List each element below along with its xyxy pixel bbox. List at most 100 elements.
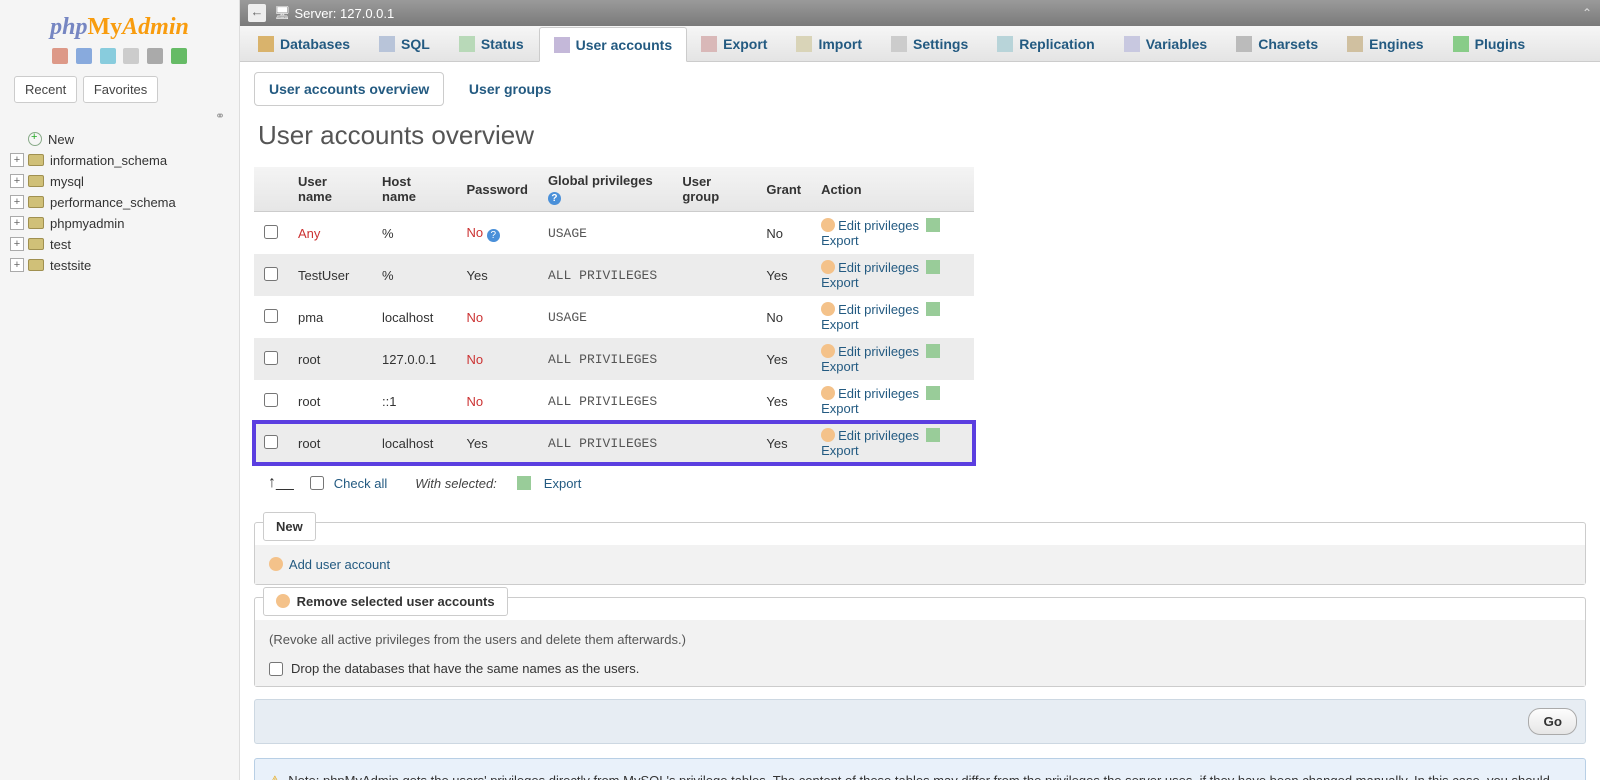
cell-action: Edit privileges Export [811,296,974,338]
cell-privileges: USAGE [538,296,672,338]
row-checkbox[interactable] [264,225,278,239]
th-user[interactable]: User name [288,167,372,212]
tab-plugins[interactable]: Plugins [1439,26,1541,61]
go-button[interactable]: Go [1528,708,1577,735]
cell-user: root [288,338,372,380]
export-link[interactable]: Export [821,317,859,332]
tab-databases[interactable]: Databases [244,26,365,61]
tree-db-performance_schema[interactable]: + performance_schema [10,192,231,213]
help-icon[interactable] [100,48,116,64]
cell-user: Any [288,212,372,255]
expand-icon[interactable]: + [10,174,24,188]
expand-icon[interactable]: + [10,216,24,230]
link-icon[interactable]: ⚭ [4,109,235,123]
tab-export[interactable]: Export [687,26,782,61]
edit-privileges-link[interactable]: Edit privileges [838,344,919,359]
server-label[interactable]: Server: 127.0.0.1 [295,6,395,21]
tab-status[interactable]: Status [445,26,539,61]
cell-privileges: ALL PRIVILEGES [538,254,672,296]
edit-privileges-link[interactable]: Edit privileges [838,218,919,233]
export-link[interactable]: Export [821,233,859,248]
row-checkbox[interactable] [264,267,278,281]
expand-icon[interactable]: + [10,258,24,272]
user-accounts-icon [554,37,570,53]
th-global[interactable]: Global privileges ? [538,167,672,212]
tree-db-test[interactable]: +test [10,234,231,255]
tree-db-mysql[interactable]: +mysql [10,171,231,192]
tree-db-testsite[interactable]: +testsite [10,255,231,276]
th-password[interactable]: Password [457,167,538,212]
databases-icon [258,36,274,52]
tab-variables[interactable]: Variables [1110,26,1223,61]
drop-db-checkbox[interactable] [269,662,283,676]
export-link[interactable]: Export [821,359,859,374]
reload-icon[interactable] [171,48,187,64]
tree-db-phpmyadmin[interactable]: +phpmyadmin [10,213,231,234]
edit-privileges-link[interactable]: Edit privileges [838,302,919,317]
help-icon[interactable]: ? [487,229,500,242]
cell-action: Edit privileges Export [811,422,974,464]
expand-icon[interactable]: + [10,237,24,251]
cell-action: Edit privileges Export [811,338,974,380]
tab-settings[interactable]: Settings [877,26,983,61]
edit-privileges-link[interactable]: Edit privileges [838,260,919,275]
row-checkbox[interactable] [264,309,278,323]
user-row: Any%No ?USAGENoEdit privileges Export [254,212,974,255]
th-grant[interactable]: Grant [756,167,811,212]
user-row: root127.0.0.1NoALL PRIVILEGESYesEdit pri… [254,338,974,380]
check-all-link[interactable]: Check all [334,476,387,491]
back-button[interactable]: ← [248,4,266,22]
tab-label: Import [818,36,862,52]
subtab-overview[interactable]: User accounts overview [254,72,444,106]
cell-host: % [372,212,456,255]
tab-sql[interactable]: SQL [365,26,445,61]
drop-db-label: Drop the databases that have the same na… [291,661,639,676]
tab-replication[interactable]: Replication [983,26,1109,61]
logout-icon[interactable] [76,48,92,64]
cell-grant: Yes [756,422,811,464]
edit-privileges-link[interactable]: Edit privileges [838,386,919,401]
tab-import[interactable]: Import [782,26,877,61]
database-icon [28,217,44,229]
tab-label: Variables [1146,36,1208,52]
recent-tab[interactable]: Recent [14,76,77,103]
logo-my: My [88,14,123,40]
expand-icon[interactable]: + [10,195,24,209]
help-icon[interactable]: ? [548,192,561,205]
expand-icon[interactable]: + [10,153,24,167]
edit-priv-icon [821,260,835,274]
collapse-icon[interactable]: ⌃ [1582,6,1592,20]
th-group[interactable]: User group [672,167,756,212]
home-icon[interactable] [52,48,68,64]
cell-grant: Yes [756,254,811,296]
export-link[interactable]: Export [821,443,859,458]
tree-db-information_schema[interactable]: +information_schema [10,150,231,171]
export-link[interactable]: Export [821,275,859,290]
bulk-export-link[interactable]: Export [544,476,582,491]
tab-user-accounts[interactable]: User accounts [539,27,687,62]
logo[interactable]: phpMyAdmin [4,8,235,43]
cell-password: No [457,338,538,380]
edit-privileges-link[interactable]: Edit privileges [838,428,919,443]
export-icon [926,302,940,316]
go-bar: Go [254,699,1586,744]
cell-grant: No [756,296,811,338]
row-checkbox[interactable] [264,435,278,449]
docs-icon[interactable] [123,48,139,64]
tree-db-label: performance_schema [50,195,176,210]
user-row: pmalocalhostNoUSAGENoEdit privileges Exp… [254,296,974,338]
export-icon [926,428,940,442]
row-checkbox[interactable] [264,393,278,407]
row-checkbox[interactable] [264,351,278,365]
subtab-groups[interactable]: User groups [454,72,566,106]
favorites-tab[interactable]: Favorites [83,76,158,103]
tab-charsets[interactable]: Charsets [1222,26,1333,61]
check-all-checkbox[interactable] [310,476,324,490]
tab-engines[interactable]: Engines [1333,26,1438,61]
export-link[interactable]: Export [821,401,859,416]
add-user-link[interactable]: Add user account [289,557,390,572]
settings-icon[interactable] [147,48,163,64]
th-host[interactable]: Host name [372,167,456,212]
database-icon [28,196,44,208]
tree-new[interactable]: New [10,129,231,150]
